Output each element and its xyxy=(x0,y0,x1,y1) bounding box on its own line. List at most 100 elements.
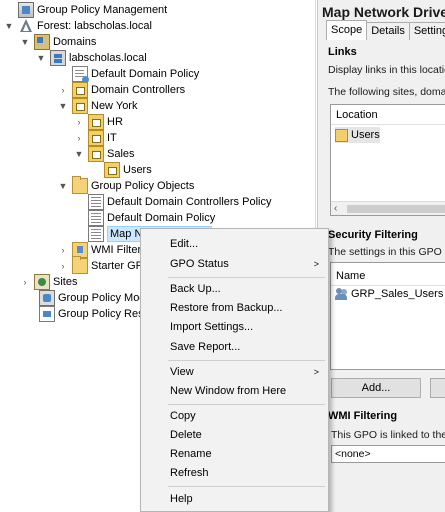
menu-separator xyxy=(168,360,325,361)
chevron-right-icon[interactable]: › xyxy=(57,242,69,258)
tree-item-label: WMI Filter xyxy=(91,244,142,256)
wmi-filtering-text: This GPO is linked to the fol xyxy=(331,429,445,441)
add-button[interactable]: Add... xyxy=(331,378,421,398)
menu-item-label: GPO Status xyxy=(170,258,229,270)
menu-item-label: Delete xyxy=(170,429,202,441)
gpo-title: Map Network Drives xyxy=(322,4,445,20)
tree-item-it[interactable]: › IT xyxy=(73,130,117,146)
modeling-icon xyxy=(39,290,55,306)
chevron-down-icon[interactable]: ▼ xyxy=(19,34,31,50)
security-row[interactable]: GRP_Sales_Users (LA xyxy=(335,286,445,302)
menu-item-rename[interactable]: Rename xyxy=(141,445,328,464)
tree-item-forest[interactable]: ▼ Forest: labscholas.local xyxy=(3,18,152,34)
ou-icon xyxy=(88,114,104,130)
forest-icon xyxy=(18,18,34,34)
chevron-right-icon[interactable]: › xyxy=(19,274,31,290)
menu-separator xyxy=(168,404,325,405)
tab-details[interactable]: Details xyxy=(366,22,410,40)
chevron-down-icon[interactable]: ▼ xyxy=(35,50,47,66)
tree-item-label: Sales xyxy=(107,148,135,160)
chevron-right-icon[interactable]: › xyxy=(57,82,69,98)
menu-item-label: Help xyxy=(170,493,193,505)
ou-icon xyxy=(88,130,104,146)
name-column-header[interactable]: Name xyxy=(331,266,445,286)
tree-item-domain[interactable]: ▼ labscholas.local xyxy=(35,50,147,66)
domain-icon xyxy=(50,50,66,66)
tree-item-wmi-filters[interactable]: › WMI Filter xyxy=(57,242,141,258)
tree-item-sites[interactable]: › Sites xyxy=(19,274,77,290)
security-filtering-heading: Security Filtering xyxy=(328,229,418,241)
tree-item-domain-controllers[interactable]: › Domain Controllers xyxy=(57,82,185,98)
tree-item-domains[interactable]: ▼ Domains xyxy=(19,34,96,50)
menu-item-refresh[interactable]: Refresh xyxy=(141,464,328,483)
wmi-filter-select[interactable]: <none> xyxy=(331,445,445,463)
menu-item-gpo-status[interactable]: GPO Status > xyxy=(141,255,328,274)
chevron-right-icon[interactable]: › xyxy=(73,114,85,130)
menu-item-import-settings[interactable]: Import Settings... xyxy=(141,318,328,337)
tab-settings[interactable]: Settings xyxy=(408,22,445,40)
menu-item-copy[interactable]: Copy xyxy=(141,407,328,426)
security-filtering-list[interactable]: Name GRP_Sales_Users (LA xyxy=(330,262,445,370)
tab-scope[interactable]: Scope xyxy=(326,20,368,40)
tree-item-label: Forest: labscholas.local xyxy=(37,20,152,32)
horizontal-scrollbar[interactable]: ‹ xyxy=(331,201,445,215)
tree-item-label: Default Domain Policy xyxy=(107,212,216,224)
menu-item-help[interactable]: Help xyxy=(141,490,328,509)
tree-item-label: Domain Controllers xyxy=(91,84,186,96)
menu-item-label: View xyxy=(170,366,194,378)
chevron-down-icon[interactable]: ▼ xyxy=(73,146,85,162)
tree-item-label: New York xyxy=(91,100,138,112)
menu-item-save-report[interactable]: Save Report... xyxy=(141,338,328,357)
tree-item-sales[interactable]: ▼ Sales xyxy=(73,146,135,162)
tree-chevron xyxy=(3,2,15,18)
tree-item-group-policy-results[interactable]: Group Policy Resu xyxy=(24,306,150,322)
tree-item-group-policy-objects[interactable]: ▼ Group Policy Objects xyxy=(57,176,195,194)
gpo-icon xyxy=(88,226,104,242)
links-display-text: Display links in this location: xyxy=(328,64,445,76)
tree-item-default-domain-controllers-policy[interactable]: Default Domain Controllers Policy xyxy=(73,194,271,210)
menu-item-view[interactable]: View > xyxy=(141,363,328,382)
tree-item-new-york[interactable]: ▼ New York xyxy=(57,98,137,114)
gpo-link-icon xyxy=(72,66,89,83)
tree-item-label: labscholas.local xyxy=(69,52,147,64)
chevron-right-icon[interactable]: › xyxy=(57,258,69,274)
tree-item-label: Default Domain Policy xyxy=(91,68,200,80)
menu-item-edit[interactable]: Edit... xyxy=(141,235,328,254)
tree-item-starter-gpos[interactable]: › Starter GPO xyxy=(57,256,152,274)
menu-item-delete[interactable]: Delete xyxy=(141,426,328,445)
tree-item-label: Group Policy Management xyxy=(37,4,168,16)
menu-item-label: Edit... xyxy=(170,238,199,250)
chevron-right-icon[interactable]: › xyxy=(73,130,85,146)
ou-icon xyxy=(88,146,104,162)
tree-item-default-domain-policy-link[interactable]: Default Domain Policy xyxy=(57,66,200,83)
tree-item-users[interactable]: Users xyxy=(89,162,152,178)
tree-item-label: Users xyxy=(123,164,152,176)
gpo-icon xyxy=(88,210,104,226)
menu-item-label: New Window from Here xyxy=(170,385,287,397)
tree-item-group-policy-management[interactable]: Group Policy Management xyxy=(3,2,167,18)
location-row[interactable]: Users xyxy=(335,127,380,143)
wmi-filtering-heading: WMI Filtering xyxy=(328,410,398,422)
location-column-header[interactable]: Location xyxy=(331,105,445,125)
menu-item-label: Restore from Backup... xyxy=(170,302,283,314)
menu-item-label: Copy xyxy=(170,410,196,422)
tree-item-label: Group Policy Objects xyxy=(91,180,195,192)
remove-button[interactable] xyxy=(430,378,445,398)
menu-item-label: Refresh xyxy=(170,467,209,479)
chevron-down-icon[interactable]: ▼ xyxy=(3,18,15,34)
chevron-down-icon[interactable]: ▼ xyxy=(57,98,69,114)
menu-item-restore-from-backup[interactable]: Restore from Backup... xyxy=(141,299,328,318)
location-row-label: Users xyxy=(351,129,380,141)
chevron-left-icon[interactable]: ‹ xyxy=(334,202,337,215)
tree-item-hr[interactable]: › HR xyxy=(73,114,123,130)
links-list[interactable]: Location Users ‹ xyxy=(330,104,445,216)
tree-item-group-policy-modeling[interactable]: Group Policy Mod xyxy=(24,290,145,306)
tree-item-label: Group Policy Mod xyxy=(58,292,146,304)
chevron-down-icon[interactable]: ▼ xyxy=(57,178,69,194)
menu-item-new-window-from-here[interactable]: New Window from Here xyxy=(141,382,328,401)
submenu-arrow-icon: > xyxy=(313,367,319,377)
menu-item-label: Save Report... xyxy=(170,341,241,353)
tree-item-default-domain-policy[interactable]: Default Domain Policy xyxy=(73,210,215,226)
menu-item-back-up[interactable]: Back Up... xyxy=(141,280,328,299)
scrollbar-thumb[interactable] xyxy=(347,205,445,213)
